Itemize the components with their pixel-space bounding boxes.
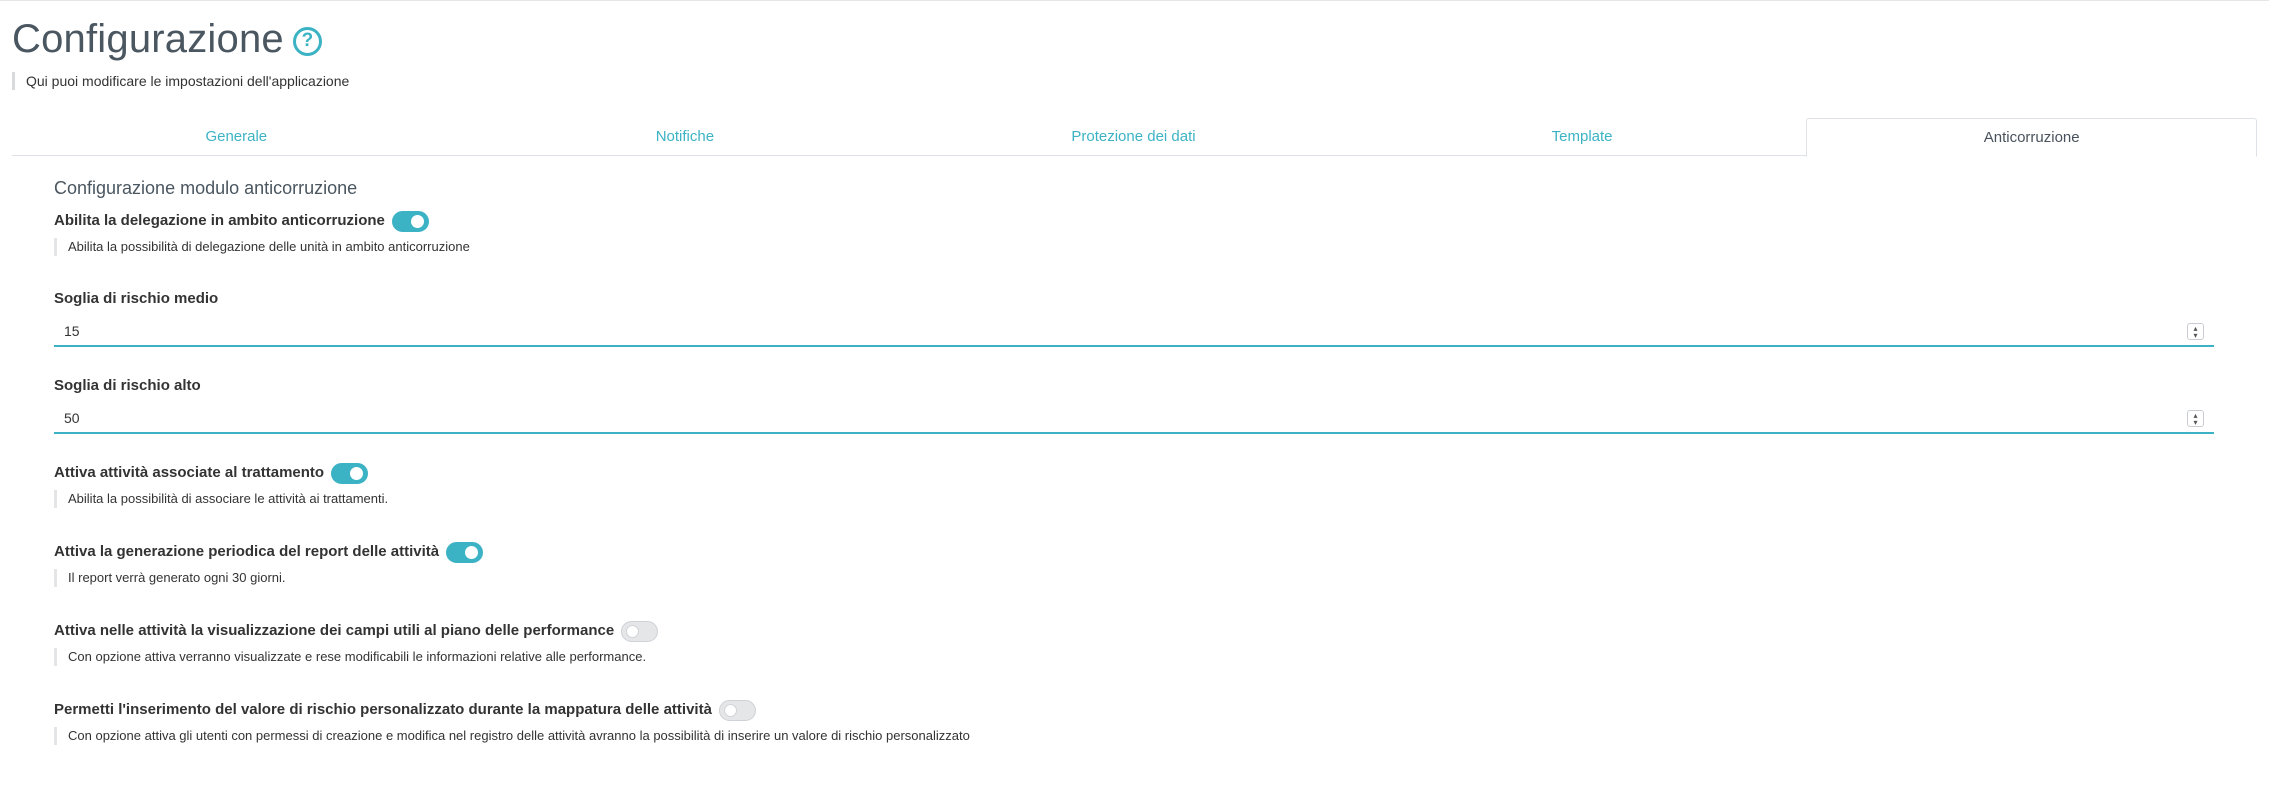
high-risk-label: Soglia di rischio alto <box>54 377 201 394</box>
medium-risk-spinner[interactable]: ▴ ▾ <box>2187 323 2204 340</box>
activities-treatment-toggle[interactable] <box>331 462 369 484</box>
page-header: Configurazione ? <box>12 12 322 66</box>
settings-panel: Configurazione modulo anticorruzione Abi… <box>54 176 2214 745</box>
toggle-knob <box>723 703 737 717</box>
high-risk-input[interactable]: 50 ▴ ▾ <box>54 404 2214 434</box>
toggle-knob <box>465 545 479 559</box>
performance-fields-row: Attiva nelle attività la visualizzazione… <box>54 619 2214 643</box>
high-risk-spinner[interactable]: ▴ ▾ <box>2187 410 2204 427</box>
toggle-knob <box>350 466 364 480</box>
performance-fields-label: Attiva nelle attività la visualizzazione… <box>54 622 615 639</box>
activities-treatment-help: Abilita la possibilità di associare le a… <box>54 490 2214 508</box>
toggle-knob <box>626 624 640 638</box>
periodic-report-toggle[interactable] <box>446 541 484 563</box>
performance-fields-help: Con opzione attiva verranno visualizzate… <box>54 648 2214 666</box>
tab-template[interactable]: Template <box>1358 118 1807 155</box>
medium-risk-label: Soglia di rischio medio <box>54 290 219 307</box>
periodic-report-help: Il report verrà generato ogni 30 giorni. <box>54 569 2214 587</box>
performance-fields-toggle[interactable] <box>621 620 659 642</box>
tab-bar: Generale Notifiche Protezione dei dati T… <box>12 118 2257 157</box>
tab-anticorruzione[interactable]: Anticorruzione <box>1806 118 2257 157</box>
custom-risk-toggle[interactable] <box>718 699 756 721</box>
delegation-help: Abilita la possibilità di delegazione de… <box>54 238 2214 256</box>
toggle-knob <box>410 214 424 228</box>
help-icon[interactable]: ? <box>292 26 322 56</box>
custom-risk-row: Permetti l'inserimento del valore di ris… <box>54 698 2214 722</box>
delegation-toggle[interactable] <box>391 210 429 232</box>
medium-risk-input[interactable]: 15 ▴ ▾ <box>54 317 2214 347</box>
periodic-report-row: Attiva la generazione periodica del repo… <box>54 540 2214 564</box>
high-risk-value: 50 <box>64 410 80 426</box>
tab-generale[interactable]: Generale <box>12 118 461 155</box>
delegation-label: Abilita la delegazione in ambito anticor… <box>54 212 385 229</box>
tab-notifiche[interactable]: Notifiche <box>461 118 910 155</box>
spinner-down-icon[interactable]: ▾ <box>2193 331 2197 339</box>
custom-risk-label: Permetti l'inserimento del valore di ris… <box>54 701 712 718</box>
activities-treatment-row: Attiva attività associate al trattamento <box>54 461 2214 485</box>
page-title: Configurazione <box>12 17 284 61</box>
page-subtitle: Qui puoi modificare le impostazioni dell… <box>12 72 349 90</box>
delegation-row: Abilita la delegazione in ambito anticor… <box>54 209 2214 233</box>
spinner-down-icon[interactable]: ▾ <box>2193 418 2197 426</box>
top-border <box>0 0 2269 1</box>
tab-protezione-dati[interactable]: Protezione dei dati <box>909 118 1358 155</box>
custom-risk-help: Con opzione attiva gli utenti con permes… <box>54 727 2214 745</box>
activities-treatment-label: Attiva attività associate al trattamento <box>54 464 325 481</box>
section-title: Configurazione modulo anticorruzione <box>54 178 358 198</box>
medium-risk-value: 15 <box>64 323 80 339</box>
periodic-report-label: Attiva la generazione periodica del repo… <box>54 543 440 560</box>
